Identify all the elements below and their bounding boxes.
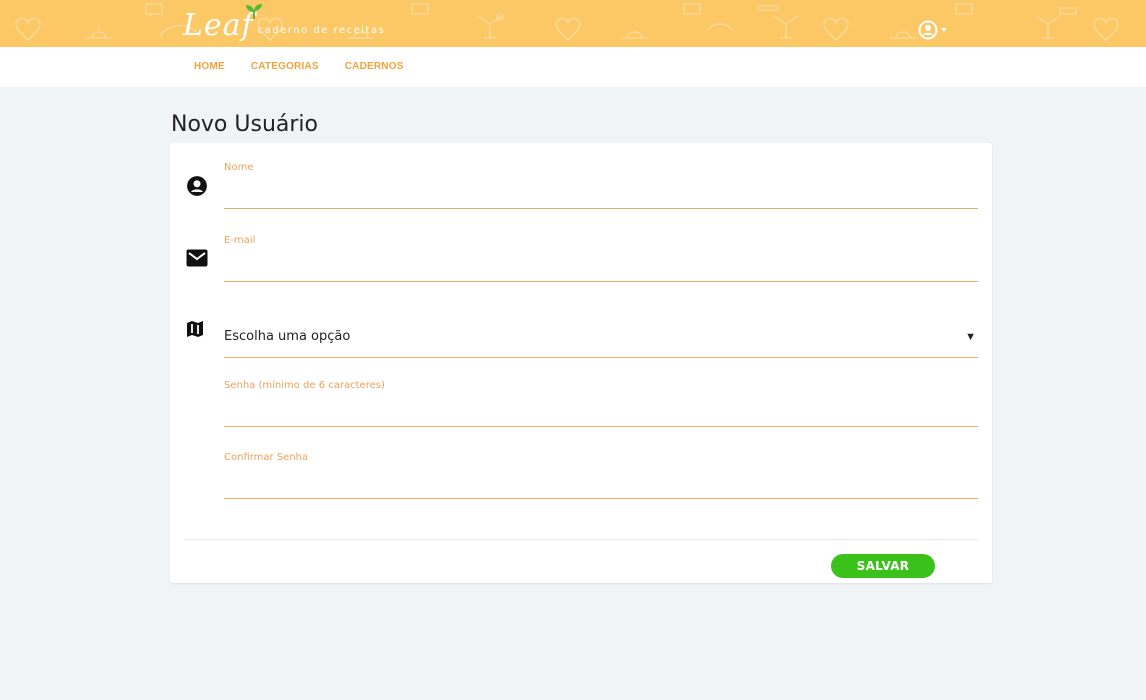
user-circle-icon (187, 176, 207, 196)
confirmar-senha-input[interactable] (224, 477, 978, 499)
email-input[interactable] (224, 260, 978, 282)
confirmar-senha-label: Confirmar Senha (224, 452, 309, 463)
save-button[interactable]: SALVAR (831, 554, 935, 578)
new-user-form: Nome E-mail Escolha uma opção ▼ Senha (m… (170, 143, 992, 583)
user-circle-icon (918, 20, 938, 40)
email-field: E-mail (224, 235, 978, 282)
confirmar-senha-field: Confirmar Senha (224, 452, 978, 499)
nav-cadernos[interactable]: CADERNOS (345, 61, 404, 72)
nome-field: Nome (224, 162, 978, 209)
brand-subtitle: caderno de receitas (257, 25, 386, 36)
nav-links: HOME CATEGORIAS CADERNOS (194, 61, 430, 72)
nav-categorias[interactable]: CATEGORIAS (251, 61, 319, 72)
banner-pattern (15, 3, 1119, 41)
senha-input[interactable] (224, 405, 978, 427)
senha-label: Senha (mínimo de 6 caracteres) (224, 380, 385, 391)
user-menu-button[interactable] (918, 19, 958, 41)
envelope-icon (186, 249, 208, 267)
brand[interactable]: Leaf caderno de receitas (183, 4, 385, 44)
form-divider (184, 539, 978, 540)
main-nav: HOME CATEGORIAS CADERNOS (0, 47, 1146, 87)
email-label: E-mail (224, 235, 256, 246)
nav-home[interactable]: HOME (194, 61, 225, 72)
map-icon (187, 321, 203, 337)
select-value: Escolha uma opção (224, 329, 351, 344)
leaf-icon (246, 4, 262, 19)
nome-input[interactable] (224, 187, 978, 209)
caret-down-icon (941, 28, 947, 32)
nome-label: Nome (224, 162, 254, 173)
top-banner: Leaf caderno de receitas (0, 0, 1146, 47)
option-select[interactable]: Escolha uma opção ▼ (224, 323, 978, 358)
brand-logo: Leaf (183, 8, 254, 43)
page-title: Novo Usuário (171, 112, 318, 137)
caret-down-icon: ▼ (965, 331, 976, 343)
senha-field: Senha (mínimo de 6 caracteres) (224, 380, 978, 427)
